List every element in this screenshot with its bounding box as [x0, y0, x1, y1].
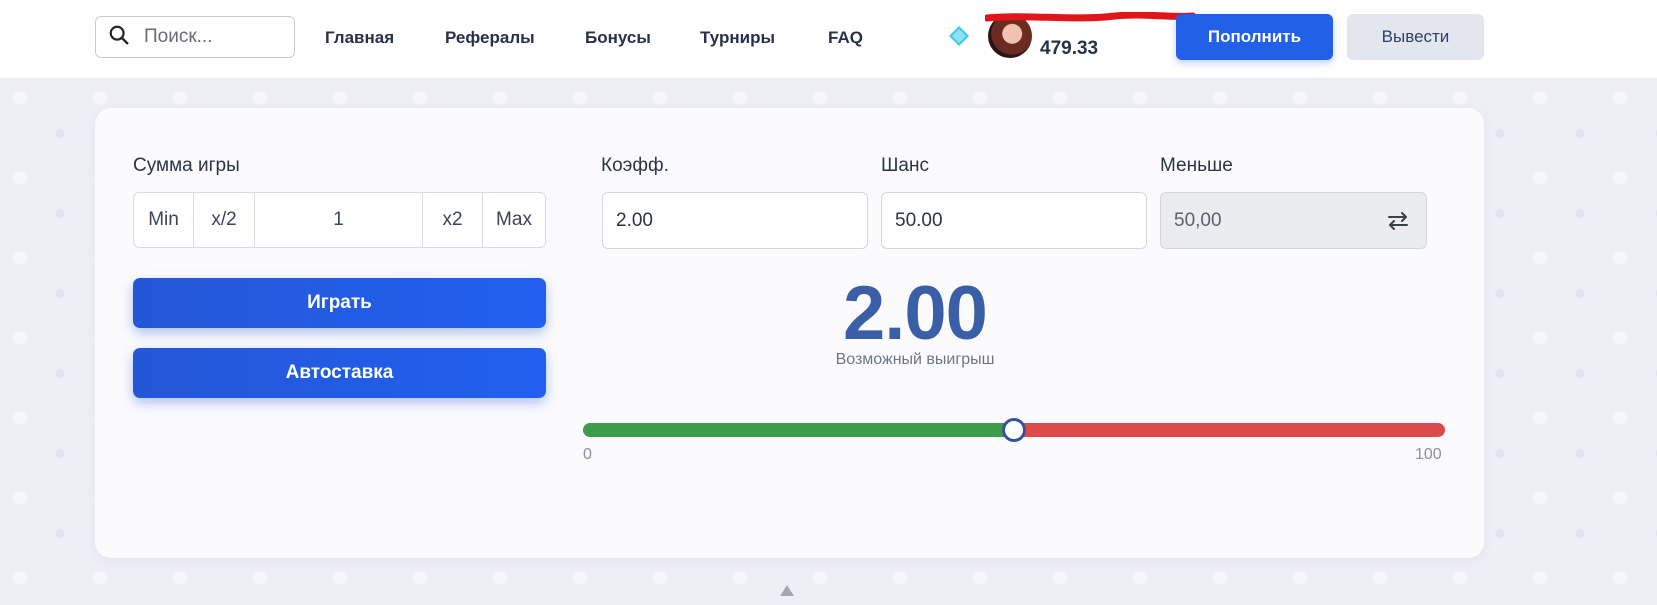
- bet-amount-field[interactable]: [255, 193, 423, 247]
- diamond-icon[interactable]: [948, 25, 970, 47]
- bet-min-button[interactable]: Min: [134, 193, 194, 247]
- coefficient-label: Коэфф.: [601, 155, 669, 176]
- search-input[interactable]: [144, 26, 284, 48]
- nav-bonuses[interactable]: Бонусы: [585, 28, 651, 48]
- coefficient-input[interactable]: [616, 209, 867, 232]
- chance-input[interactable]: [895, 209, 1146, 232]
- bet-max-button[interactable]: Max: [483, 193, 545, 247]
- swap-icon[interactable]: [1386, 210, 1410, 232]
- search-box[interactable]: [95, 16, 295, 58]
- dice-game-panel: Сумма игры Min x/2 x2 Max Играть Автоста…: [95, 108, 1484, 558]
- under-label: Меньше: [1160, 155, 1233, 176]
- balance-amount: 479.33: [1040, 38, 1099, 59]
- nav-referrals[interactable]: Рефералы: [445, 28, 535, 48]
- chance-field[interactable]: [881, 192, 1147, 249]
- nav-faq[interactable]: FAQ: [828, 28, 863, 48]
- slider-max-label: 100: [1415, 446, 1442, 463]
- deposit-button[interactable]: Пополнить: [1176, 14, 1333, 60]
- slider-min-label: 0: [583, 446, 592, 463]
- autobet-button[interactable]: Автоставка: [133, 348, 546, 398]
- scroll-up-icon[interactable]: [780, 585, 794, 596]
- nav-home[interactable]: Главная: [325, 28, 394, 48]
- payout-value: 2.00: [843, 271, 988, 356]
- bet-amount-input[interactable]: [255, 209, 422, 231]
- payout-caption: Возможный выигрыш: [835, 351, 995, 368]
- bet-amount-control: Min x/2 x2 Max: [133, 192, 546, 248]
- lose-range-track: [1014, 423, 1445, 437]
- chance-label: Шанс: [881, 155, 929, 176]
- withdraw-button[interactable]: Вывести: [1347, 14, 1484, 60]
- coefficient-field[interactable]: [602, 192, 868, 249]
- play-button[interactable]: Играть: [133, 278, 546, 328]
- bet-double-button[interactable]: x2: [423, 193, 483, 247]
- redaction-mark: [985, 12, 1195, 22]
- bet-amount-label: Сумма игры: [133, 155, 240, 176]
- nav-tournaments[interactable]: Турниры: [700, 28, 775, 48]
- bet-half-button[interactable]: x/2: [194, 193, 255, 247]
- chance-slider[interactable]: [583, 418, 1445, 442]
- under-field: 50,00: [1160, 192, 1427, 249]
- under-value: 50,00: [1174, 209, 1222, 231]
- search-icon: [108, 24, 130, 51]
- slider-handle[interactable]: [1002, 418, 1026, 442]
- win-range-track: [583, 423, 1014, 437]
- top-header: Главная Рефералы Бонусы Турниры FAQ 479.…: [0, 0, 1657, 78]
